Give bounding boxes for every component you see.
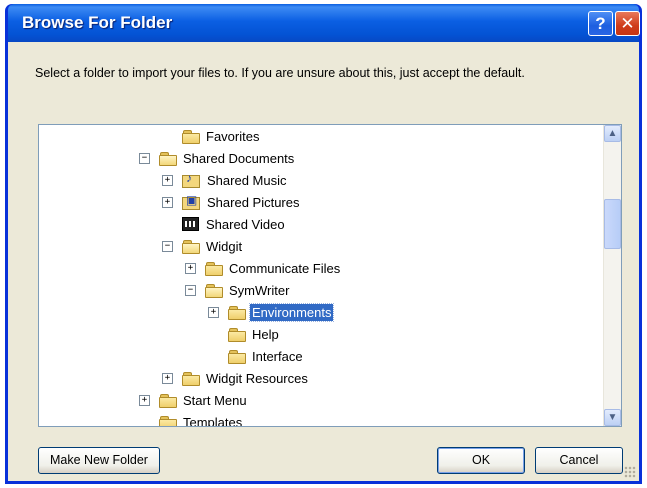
tree-item-label: Widgit [206, 238, 243, 254]
resize-grip[interactable] [624, 466, 636, 478]
help-button[interactable]: ? [588, 11, 613, 36]
tree-item[interactable]: Shared Video [162, 213, 287, 235]
folder-open-icon [159, 151, 177, 166]
folder-icon [228, 349, 246, 364]
tree-item[interactable]: + ♪ Shared Music [162, 169, 288, 191]
tree-item[interactable]: Templates [139, 411, 244, 427]
tree-item[interactable]: + Environments [208, 301, 335, 323]
tree-item-label: SymWriter [229, 282, 290, 298]
expand-icon[interactable]: + [162, 196, 173, 208]
folder-tree[interactable]: Favorites − Shared Documents + ♪ Shared Music… [38, 124, 622, 427]
tree-item[interactable]: + Start Menu [139, 389, 249, 411]
expand-icon[interactable]: + [208, 306, 219, 318]
folder-open-icon [205, 283, 223, 298]
ok-button[interactable]: OK [437, 447, 525, 474]
browse-for-folder-dialog: Browse For Folder ? ✕ Select a folder to… [5, 4, 642, 484]
tree-item[interactable]: + Widgit Resources [162, 367, 310, 389]
video-folder-icon [182, 217, 199, 231]
dialog-body: Select a folder to import your files to.… [8, 42, 639, 481]
folder-open-icon [182, 239, 200, 254]
make-new-folder-button[interactable]: Make New Folder [38, 447, 160, 474]
tree-item-label: Interface [252, 348, 303, 364]
title-bar[interactable]: Browse For Folder ? ✕ [8, 4, 640, 42]
tree-item[interactable]: − SymWriter [185, 279, 291, 301]
scroll-up-button[interactable]: ▲ [604, 125, 621, 142]
folder-icon [228, 327, 246, 342]
tree-item-label: Environments [248, 302, 335, 322]
tree-item[interactable]: Favorites [162, 125, 261, 147]
tree-item-label: Shared Documents [183, 150, 295, 166]
tree-item[interactable]: Interface [208, 345, 305, 367]
expand-icon[interactable]: + [139, 394, 150, 406]
tree-item[interactable]: + ▣ Shared Pictures [162, 191, 302, 213]
folder-icon [228, 305, 246, 320]
vertical-scrollbar[interactable]: ▲ ▼ [603, 125, 621, 426]
tree-item-label: Widgit Resources [206, 370, 308, 386]
folder-icon [159, 415, 177, 426]
scrollbar-thumb[interactable] [604, 199, 621, 249]
tree-item[interactable]: − Widgit [162, 235, 244, 257]
folder-icon [205, 261, 223, 276]
tree-item-label: Shared Music [207, 172, 287, 188]
tree-item[interactable]: − Shared Documents [139, 147, 296, 169]
tree-item-label: Help [252, 326, 279, 342]
tree-item-label: Shared Pictures [207, 194, 300, 210]
tree-item-label: Shared Video [206, 216, 285, 232]
expand-icon[interactable]: + [185, 262, 196, 274]
pictures-folder-icon: ▣ [182, 193, 200, 210]
dialog-title: Browse For Folder [22, 13, 173, 32]
music-folder-icon: ♪ [182, 171, 200, 188]
folder-icon [159, 393, 177, 408]
collapse-icon[interactable]: − [139, 152, 150, 164]
tree-item-label: Templates [183, 414, 243, 427]
folder-icon [182, 371, 200, 386]
collapse-icon[interactable]: − [162, 240, 173, 252]
expand-icon[interactable]: + [162, 174, 173, 186]
close-button[interactable]: ✕ [615, 11, 640, 36]
tree-item-label: Communicate Files [229, 260, 341, 276]
folder-icon [182, 129, 200, 144]
scroll-down-button[interactable]: ▼ [604, 409, 621, 426]
tree-item[interactable]: Help [208, 323, 281, 345]
tree-item-label: Favorites [206, 128, 260, 144]
expand-icon[interactable]: + [162, 372, 173, 384]
cancel-button[interactable]: Cancel [535, 447, 623, 474]
tree-item-label: Start Menu [183, 392, 247, 408]
instruction-text: Select a folder to import your files to.… [35, 66, 525, 80]
tree-item[interactable]: + Communicate Files [185, 257, 342, 279]
collapse-icon[interactable]: − [185, 284, 196, 296]
